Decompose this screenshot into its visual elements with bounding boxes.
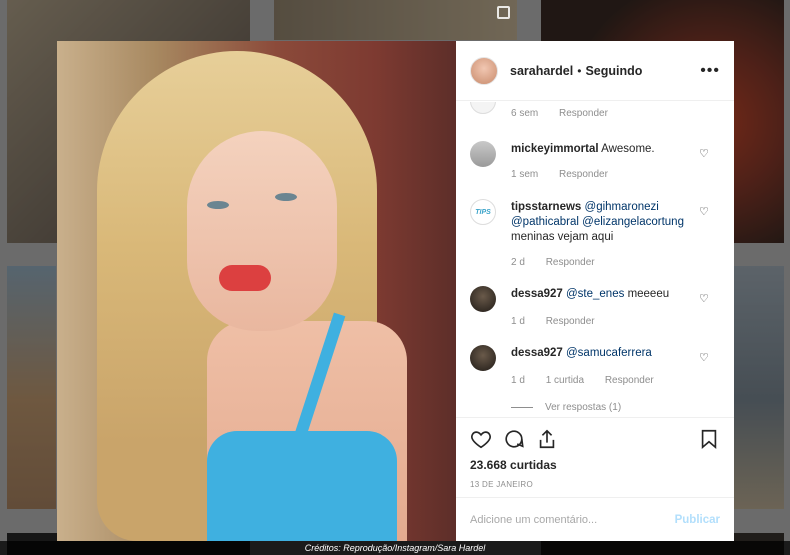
reply-button[interactable]: Responder: [605, 375, 654, 386]
comment-meta: 2 d Responder: [511, 257, 595, 268]
comment-likes[interactable]: 1 curtida: [546, 375, 584, 386]
comment-username[interactable]: dessa927: [511, 288, 563, 300]
comment-username[interactable]: mickeyimmortal: [511, 143, 599, 155]
avatar[interactable]: TIPS: [470, 199, 496, 225]
following-button[interactable]: Seguindo: [585, 64, 642, 78]
more-horizontal-icon[interactable]: •••: [700, 62, 720, 80]
mention-link[interactable]: @gihmaronezi: [585, 201, 659, 213]
like-heart-icon[interactable]: ♡: [699, 147, 709, 160]
avatar[interactable]: [470, 56, 498, 85]
add-comment-bar: Adicione um comentário... Publicar: [456, 497, 734, 541]
likes-count[interactable]: 23.668 curtidas: [470, 458, 720, 472]
tips-logo: TIPS: [475, 208, 491, 216]
like-heart-icon[interactable]: ♡: [699, 205, 709, 218]
share-icon[interactable]: [536, 428, 558, 450]
username-link[interactable]: sarahardel: [510, 64, 573, 78]
comments-list[interactable]: 6 sem Responder mickeyimmortal Awesome. …: [456, 102, 734, 417]
comment-input[interactable]: Adicione um comentário...: [470, 514, 597, 526]
comment-meta: 1 sem Responder: [511, 169, 608, 180]
post-header: sarahardel • Seguindo •••: [456, 41, 734, 101]
avatar[interactable]: [470, 345, 496, 371]
like-heart-icon[interactable]: ♡: [699, 351, 709, 364]
photo-credits: Créditos: Reprodução/Instagram/Sara Hard…: [0, 541, 790, 555]
avatar[interactable]: [470, 102, 496, 114]
feed-thumbnail[interactable]: [274, 0, 517, 40]
comment-username[interactable]: tipsstarnews: [511, 201, 581, 213]
comment-text: Awesome.: [601, 143, 655, 155]
publish-button[interactable]: Publicar: [675, 514, 720, 526]
mention-link[interactable]: @pathicabral: [511, 216, 579, 228]
mention-link[interactable]: @elizangelacortung: [582, 216, 684, 228]
comment-username[interactable]: dessa927: [511, 347, 563, 359]
feed-thumbnail[interactable]: [7, 266, 56, 509]
avatar[interactable]: [470, 141, 496, 167]
like-heart-icon[interactable]: ♡: [699, 292, 709, 305]
comment-text: meninas vejam aqui: [511, 231, 614, 243]
post-photo[interactable]: [57, 41, 456, 541]
avatar[interactable]: [470, 286, 496, 312]
comment-meta: 1 d 1 curtida Responder: [511, 375, 654, 386]
reply-button[interactable]: Responder: [559, 169, 608, 180]
post-date[interactable]: 13 DE JANEIRO: [470, 480, 720, 489]
feed-thumbnail[interactable]: [734, 266, 784, 509]
comment-meta: 6 sem Responder: [511, 108, 608, 119]
comment-text: meeeeu: [627, 288, 670, 300]
bookmark-icon[interactable]: [698, 428, 720, 450]
separator: •: [577, 63, 582, 78]
comment-bubble-icon[interactable]: [503, 428, 525, 450]
post-side-panel: sarahardel • Seguindo ••• 6 sem Responde…: [456, 41, 734, 541]
reply-button[interactable]: Responder: [546, 316, 595, 327]
view-replies-button[interactable]: Ver respostas (1): [511, 402, 621, 413]
mention-link[interactable]: @samucaferrera: [566, 347, 652, 359]
comment-meta: 1 d Responder: [511, 316, 595, 327]
reply-button[interactable]: Responder: [559, 108, 608, 119]
multiple-photos-icon: [497, 6, 510, 19]
post-actions: 23.668 curtidas 13 DE JANEIRO: [456, 417, 734, 489]
mention-link[interactable]: @ste_enes: [566, 288, 624, 300]
reply-button[interactable]: Responder: [546, 257, 595, 268]
like-heart-icon[interactable]: [470, 428, 492, 450]
